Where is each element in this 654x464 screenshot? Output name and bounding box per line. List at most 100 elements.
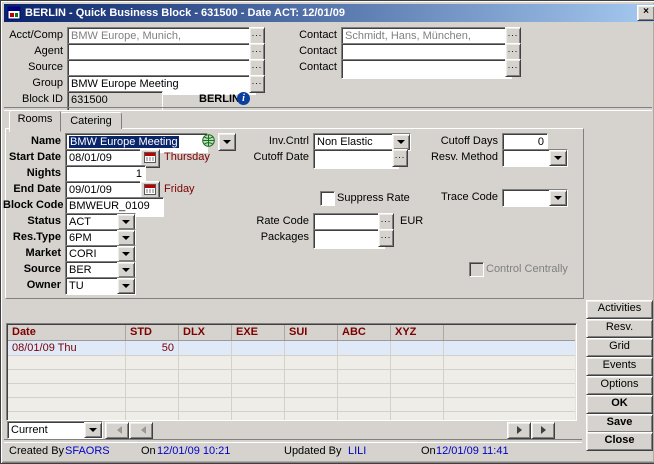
packages-field[interactable] [313,229,385,249]
grid-cell [179,341,232,355]
grid-cell [126,356,179,369]
updated-by-label: Updated By [284,445,341,457]
header-divider [4,107,652,111]
resv-button[interactable]: Resv. [586,319,653,338]
grid-scroll-prev-button[interactable] [129,422,153,439]
close-icon: × [643,6,649,17]
rate-code-label: Rate Code [239,213,309,229]
owner-label: Owner [3,277,61,293]
globe-icon[interactable] [202,134,215,150]
grid-header-dlx: DLX [179,325,232,340]
created-by-label: Created By [9,445,64,457]
resv-method-combo[interactable] [502,149,568,167]
grid-row[interactable]: 08/01/09 Thu 50 [8,341,575,356]
cutoff-date-label: Cutoff Date [239,149,309,165]
grid-cell [232,356,285,369]
chevron-down-icon[interactable] [117,230,135,246]
contact3-field[interactable] [341,59,512,79]
grid-cell [285,412,338,421]
cutoff-date-field[interactable] [313,149,399,169]
grid-cell [338,356,391,369]
grid-cell [338,412,391,421]
grid-cell [179,370,232,383]
status-value: ACT [69,216,118,228]
nights-label: Nights [3,165,61,181]
contact3-lookup-button[interactable]: ... [505,59,521,77]
packages-lookup-button[interactable]: ... [378,229,394,247]
chevron-down-icon[interactable] [549,150,567,166]
app-icon[interactable] [7,6,21,20]
suppress-rate-checkbox[interactable] [320,191,335,206]
grid-cell [285,370,338,383]
source-label: Source [5,59,63,75]
grid-scroll-first-button[interactable] [105,422,129,439]
grid-header-std: STD [126,325,179,340]
grid-cell-filler [444,398,575,411]
grid-cell [232,412,285,421]
control-centrally-label: Control Centrally [486,261,581,277]
property-name: BERLIN [199,91,239,107]
chevron-down-icon[interactable] [117,262,135,278]
grid-cell [232,370,285,383]
grid-cell [391,341,444,355]
options-button[interactable]: Options [586,376,653,395]
grid-cell [338,398,391,411]
contact1-label: Contact [279,27,337,43]
close-button[interactable]: Close [586,432,653,451]
chevron-down-icon[interactable] [117,246,135,262]
grid-cell [232,341,285,355]
grid-cell [391,356,444,369]
grid-cell [391,384,444,397]
info-icon[interactable]: i [237,92,250,105]
inv-cntrl-value: Non Elastic [317,136,393,148]
title-bar[interactable]: BERLIN - Quick Business Block - 631500 -… [4,4,654,22]
ok-button[interactable]: OK [586,395,653,414]
quick-business-block-window: BERLIN - Quick Business Block - 631500 -… [0,0,654,464]
grid-header-exe: EXE [232,325,285,340]
activities-button[interactable]: Activities [586,300,653,319]
window-close-button[interactable]: × [637,5,654,21]
name-value: BMW Europe Meeting [69,136,179,148]
save-button[interactable]: Save [586,414,653,433]
agent-label: Agent [5,43,63,59]
events-button[interactable]: Events [586,357,653,376]
chevron-down-icon[interactable] [117,278,135,294]
chevron-down-icon[interactable] [84,422,102,438]
chevron-down-icon[interactable] [117,214,135,230]
owner-combo[interactable]: TU [65,277,136,295]
rooms-source-label: Source [3,261,61,277]
grid-cell [285,341,338,355]
tab-catering[interactable]: Catering [60,112,122,129]
grid-scroll-next-button[interactable] [507,422,531,439]
grid-cell [338,370,391,383]
grid-empty-row [8,356,575,370]
chevron-down-icon[interactable] [549,190,567,206]
grid-header-xyz: XYZ [391,325,444,340]
start-date-label: Start Date [3,149,61,165]
owner-value: TU [69,280,118,292]
updated-by-value: LILI [348,445,366,457]
grid-cell-date: 08/01/09 Thu [8,341,126,355]
tab-rooms[interactable]: Rooms [9,110,61,132]
grid-cell [391,370,444,383]
grid-header-abc: ABC [338,325,391,340]
trace-code-combo[interactable] [502,189,568,207]
group-lookup-button[interactable]: ... [249,75,265,93]
grid-empty-row [8,412,575,421]
tab-catering-label: Catering [70,115,112,127]
status-label: Status [3,213,61,229]
grid-cell [126,384,179,397]
grid-cell [338,341,391,355]
acct-comp-label: Acct/Comp [5,27,63,43]
cutoff-days-label: Cutoff Days [391,133,498,149]
inv-cntrl-label: Inv.Cntrl [239,133,309,149]
grid-cell [338,384,391,397]
block-code-label: Block Code [3,197,61,213]
block-id-label: Block ID [5,91,63,107]
grid-cell [8,370,126,383]
grid-view-select[interactable]: Current [7,421,103,439]
control-centrally-checkbox [469,262,484,277]
grid-scroll-last-button[interactable] [531,422,555,439]
grid-button[interactable]: Grid [586,338,653,357]
res-type-value: 6PM [69,232,118,244]
